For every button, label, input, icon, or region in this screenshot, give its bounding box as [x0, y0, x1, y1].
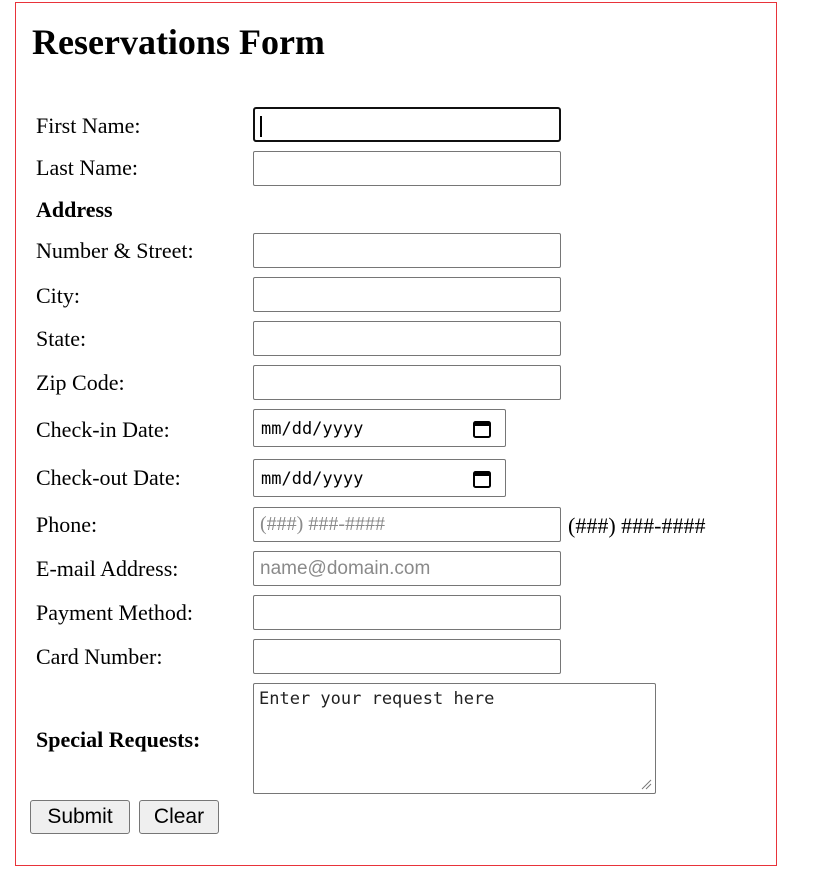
card-number-label: Card Number: [36, 644, 163, 669]
last-name-label: Last Name: [36, 155, 139, 180]
phone-format-hint: (###) ###-#### [568, 513, 706, 538]
phone-input[interactable] [253, 507, 561, 542]
submit-button[interactable]: Submit [30, 800, 130, 834]
email-input[interactable] [253, 551, 561, 586]
check-out-date-label: Check-out Date: [36, 465, 181, 490]
city-label: City: [36, 283, 81, 308]
special-requests-label: Special Requests: [36, 727, 201, 752]
card-number-input[interactable] [253, 639, 561, 674]
zip-code-input[interactable] [253, 365, 561, 400]
first-name-label: First Name: [36, 113, 141, 138]
check-out-date-input[interactable]: mm/dd/yyyy [253, 459, 506, 497]
check-out-date-value: mm/dd/yyyy [261, 469, 364, 489]
clear-button[interactable]: Clear [139, 800, 219, 834]
email-label: E-mail Address: [36, 556, 179, 581]
state-input[interactable] [253, 321, 561, 356]
calendar-icon[interactable] [472, 469, 492, 489]
street-input[interactable] [253, 233, 561, 268]
last-name-input[interactable] [253, 151, 561, 186]
first-name-input[interactable] [253, 107, 561, 142]
resize-grip-icon[interactable] [640, 777, 652, 790]
check-in-date-label: Check-in Date: [36, 417, 170, 442]
zip-code-label: Zip Code: [36, 370, 125, 395]
form-title: Reservations Form [32, 22, 325, 62]
special-requests-textarea[interactable] [253, 683, 656, 794]
text-cursor [260, 116, 262, 137]
payment-method-label: Payment Method: [36, 600, 194, 625]
address-heading: Address [36, 197, 113, 222]
state-label: State: [36, 326, 87, 351]
check-in-date-input[interactable]: mm/dd/yyyy [253, 409, 506, 447]
payment-method-input[interactable] [253, 595, 561, 630]
calendar-icon[interactable] [472, 419, 492, 439]
phone-label: Phone: [36, 512, 98, 537]
city-input[interactable] [253, 277, 561, 312]
street-label: Number & Street: [36, 238, 194, 263]
check-in-date-value: mm/dd/yyyy [261, 419, 364, 439]
